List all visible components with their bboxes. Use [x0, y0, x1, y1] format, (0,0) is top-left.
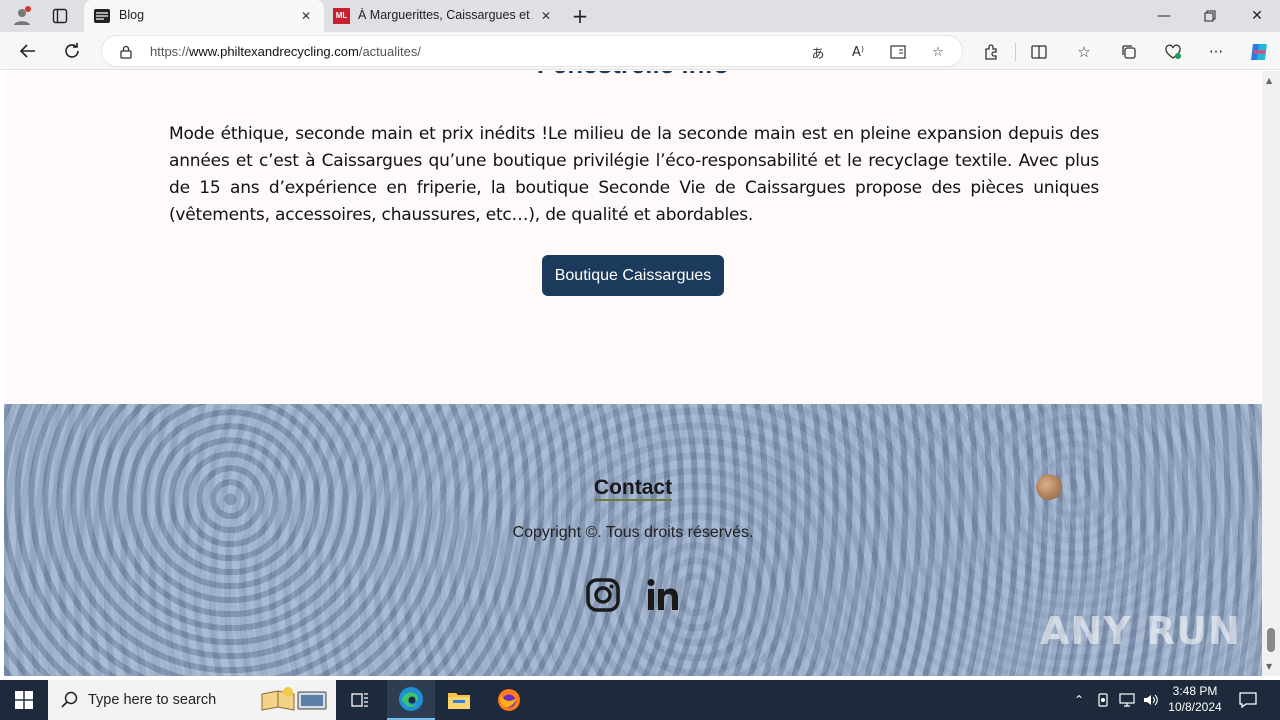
file-explorer-icon[interactable] — [435, 680, 483, 720]
close-tab-icon[interactable]: ✕ — [298, 8, 314, 24]
taskbar-search-box[interactable]: Type here to search — [48, 680, 336, 720]
start-button[interactable] — [0, 680, 48, 720]
firefox-icon[interactable] — [485, 680, 533, 720]
new-tab-icon[interactable]: + — [566, 0, 594, 32]
search-highlight-icon — [260, 686, 330, 718]
tab-marguerittes[interactable]: ML À Marguerittes, Caissargues et Al ✕ — [324, 0, 564, 32]
search-icon — [61, 691, 78, 712]
minimize-icon[interactable]: — — [1141, 0, 1187, 32]
refresh-icon[interactable] — [57, 36, 87, 66]
favorites-icon[interactable]: ☆ — [1073, 41, 1095, 63]
address-bar[interactable]: https://www.philtexandrecycling.com/actu… — [101, 35, 963, 67]
article-body: Mode éthique, seconde main et prix inédi… — [169, 124, 1099, 225]
profile-icon[interactable] — [8, 0, 36, 32]
favorite-star-icon[interactable]: ☆ — [928, 42, 948, 62]
blog-favicon-icon — [94, 8, 110, 27]
volume-icon[interactable] — [1141, 680, 1161, 720]
edge-taskbar-icon[interactable] — [387, 680, 435, 720]
web-page: Fenestrelle info Mode éthique, seconde m… — [4, 71, 1262, 676]
tab-actions-icon[interactable] — [46, 0, 74, 32]
page-scrollbar[interactable]: ▲ ▼ — [1262, 71, 1280, 676]
search-placeholder: Type here to search — [88, 692, 217, 708]
lock-icon[interactable] — [116, 42, 136, 62]
browser-toolbar: https://www.philtexandrecycling.com/actu… — [0, 32, 1280, 70]
task-view-icon[interactable] — [336, 680, 384, 720]
back-icon[interactable] — [13, 36, 43, 66]
copyright-text: Copyright ©. Tous droits réservés. — [512, 524, 754, 541]
device-icon[interactable] — [1093, 680, 1113, 720]
extensions-icon[interactable] — [980, 41, 1002, 63]
network-icon[interactable] — [1117, 680, 1137, 720]
collections-icon[interactable] — [1118, 41, 1140, 63]
contact-heading: Contact — [4, 476, 1262, 501]
windows-taskbar: Type here to search ⌃ 3:48 PM 10/8/2024 — [0, 680, 1280, 720]
midi-libre-favicon-icon: ML — [333, 8, 350, 24]
translate-icon[interactable]: あ — [808, 42, 828, 62]
close-tab-icon[interactable]: ✕ — [538, 8, 554, 24]
toolbar-divider — [1015, 43, 1016, 61]
boutique-caissargues-button[interactable]: Boutique Caissargues — [542, 255, 724, 296]
article-heading: Fenestrelle info — [4, 71, 1262, 80]
tab-blog[interactable]: Blog ✕ — [84, 0, 324, 32]
tray-overflow-icon[interactable]: ⌃ — [1069, 680, 1089, 720]
clock-date: 10/8/2024 — [1168, 700, 1222, 714]
scroll-down-icon[interactable]: ▼ — [1266, 662, 1272, 671]
immersive-reader-icon[interactable] — [888, 42, 908, 62]
windows-logo-icon — [15, 691, 33, 709]
linkedin-icon[interactable] — [644, 576, 682, 614]
read-aloud-icon[interactable]: A⁾ — [848, 42, 868, 62]
browser-tab-strip: Blog ✕ ML À Marguerittes, Caissargues et… — [0, 0, 1280, 32]
scroll-up-icon[interactable]: ▲ — [1266, 76, 1272, 85]
taskbar-clock[interactable]: 3:48 PM 10/8/2024 — [1166, 683, 1224, 715]
site-footer: Contact Copyright ©. Tous droits réservé… — [4, 404, 1262, 676]
notifications-icon[interactable] — [1236, 680, 1260, 720]
anyrun-watermark: ANY RUN — [1040, 609, 1241, 653]
clock-time: 3:48 PM — [1172, 684, 1218, 698]
instagram-icon[interactable] — [584, 576, 622, 614]
split-screen-icon[interactable] — [1028, 41, 1050, 63]
copilot-icon[interactable] — [1246, 39, 1272, 65]
scrollbar-thumb[interactable] — [1267, 628, 1275, 652]
url-text[interactable]: https://www.philtexandrecycling.com/actu… — [150, 44, 421, 59]
tab-title: À Marguerittes, Caissargues et Al — [358, 8, 533, 22]
more-options-icon[interactable]: ··· — [1205, 41, 1227, 63]
contact-link[interactable]: Contact — [593, 476, 673, 501]
restore-icon[interactable] — [1187, 0, 1233, 32]
browser-essentials-icon[interactable] — [1162, 41, 1184, 63]
tab-title: Blog — [119, 8, 145, 22]
close-window-icon[interactable]: ✕ — [1234, 0, 1280, 32]
